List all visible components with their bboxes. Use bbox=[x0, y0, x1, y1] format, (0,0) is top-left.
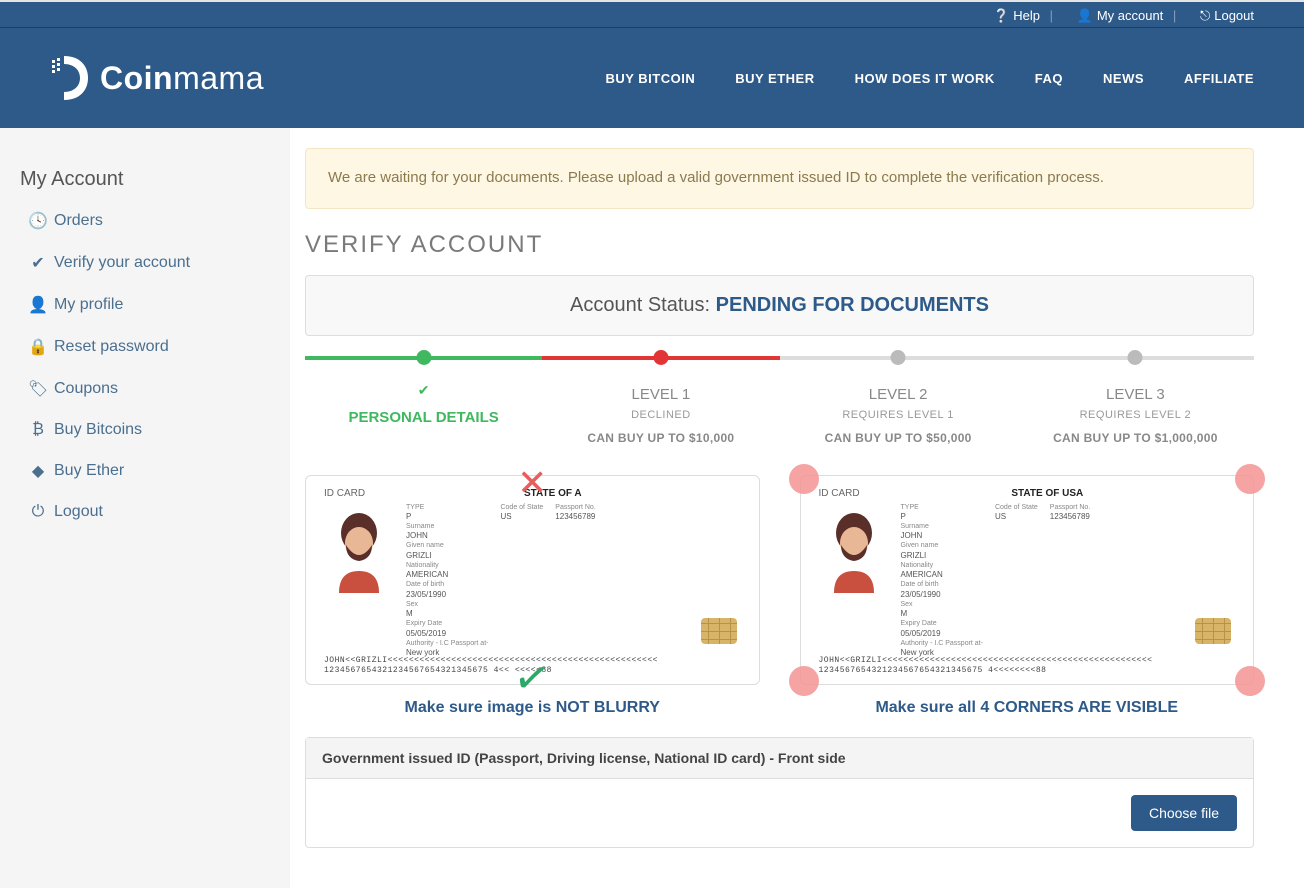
step-sub: REQUIRES LEVEL 2 bbox=[1017, 409, 1254, 421]
choose-file-button[interactable]: Choose file bbox=[1131, 795, 1237, 831]
step-sub: DECLINED bbox=[542, 409, 779, 421]
step-personal-details: ✔ PERSONAL DETAILS bbox=[305, 356, 542, 445]
sidebar-item-buy-bitcoins[interactable]: ₿ Buy Bitcoins bbox=[30, 421, 290, 439]
step-dot bbox=[1128, 350, 1143, 365]
chip-icon bbox=[701, 618, 737, 644]
ethereum-icon: ◆ bbox=[30, 461, 46, 481]
mrz: JOHN<<GRIZLI<<<<<<<<<<<<<<<<<<<<<<<<<<<<… bbox=[324, 656, 741, 675]
topbar: ❔Help | 👤My account | ⎋Logout bbox=[0, 0, 1304, 28]
example-not-blurry: ✕ ID CARDSTATE OF A TYPEP SurnameJOHN Gi… bbox=[305, 475, 760, 717]
step-label: LEVEL 2 bbox=[780, 386, 1017, 403]
separator: | bbox=[1173, 8, 1176, 23]
logo[interactable]: Coinmama bbox=[50, 54, 264, 102]
nav-affiliate[interactable]: AFFILIATE bbox=[1184, 71, 1254, 86]
status-value: PENDING FOR DOCUMENTS bbox=[716, 294, 989, 316]
check-icon: ✔ bbox=[30, 253, 46, 273]
corner-dot-icon bbox=[789, 666, 819, 696]
upload-header: Government issued ID (Passport, Driving … bbox=[306, 738, 1253, 779]
step-label: LEVEL 1 bbox=[542, 386, 779, 403]
id-card-blurry: ✕ ID CARDSTATE OF A TYPEP SurnameJOHN Gi… bbox=[305, 475, 760, 685]
nav-links: BUY BITCOIN BUY ETHER HOW DOES IT WORK F… bbox=[605, 71, 1254, 86]
upload-box: Government issued ID (Passport, Driving … bbox=[305, 737, 1254, 848]
id-card-state: STATE OF USA bbox=[1011, 488, 1083, 499]
sidebar-item-label: Logout bbox=[54, 503, 103, 521]
corner-dot-icon bbox=[789, 464, 819, 494]
sidebar-item-coupons[interactable]: 🏷 Coupons bbox=[30, 379, 290, 399]
tag-icon: 🏷 bbox=[30, 379, 46, 399]
id-card-state: STATE OF A bbox=[524, 488, 582, 499]
step-level-3: LEVEL 3 REQUIRES LEVEL 2 CAN BUY UP TO $… bbox=[1017, 356, 1254, 445]
nav-buy-ether[interactable]: BUY ETHER bbox=[735, 71, 814, 86]
corner-dot-icon bbox=[1235, 666, 1265, 696]
sidebar-item-reset-password[interactable]: 🔒 Reset password bbox=[30, 337, 290, 357]
sidebar-item-label: Buy Ether bbox=[54, 462, 124, 480]
sidebar-item-label: Verify your account bbox=[54, 254, 190, 272]
nav-how-it-works[interactable]: HOW DOES IT WORK bbox=[855, 71, 995, 86]
page-title: VERIFY ACCOUNT bbox=[305, 231, 1254, 259]
separator: | bbox=[1050, 8, 1053, 23]
step-level-2: LEVEL 2 REQUIRES LEVEL 1 CAN BUY UP TO $… bbox=[780, 356, 1017, 445]
sidebar-item-buy-ether[interactable]: ◆ Buy Ether bbox=[30, 461, 290, 481]
alert-banner: We are waiting for your documents. Pleas… bbox=[305, 148, 1254, 209]
nav-news[interactable]: NEWS bbox=[1103, 71, 1144, 86]
power-icon: ⏻ bbox=[30, 503, 46, 521]
navbar: Coinmama BUY BITCOIN BUY ETHER HOW DOES … bbox=[0, 28, 1304, 128]
corner-dot-icon bbox=[1235, 464, 1265, 494]
id-card-label: ID CARD bbox=[819, 488, 860, 499]
step-limit: CAN BUY UP TO $10,000 bbox=[542, 431, 779, 445]
logout-link[interactable]: ⎋Logout bbox=[1200, 2, 1254, 30]
clock-icon: 🕓 bbox=[30, 211, 46, 231]
chip-icon bbox=[1195, 618, 1231, 644]
example-corners-visible: ID CARDSTATE OF USA TYPEP SurnameJOHN Gi… bbox=[800, 475, 1255, 717]
id-photo bbox=[819, 503, 889, 593]
sidebar-item-label: My profile bbox=[54, 296, 123, 314]
sidebar-item-label: Orders bbox=[54, 212, 103, 230]
step-label: LEVEL 3 bbox=[1017, 386, 1254, 403]
sidebar-item-label: Reset password bbox=[54, 338, 169, 356]
sidebar-item-orders[interactable]: 🕓 Orders bbox=[30, 211, 290, 231]
user-icon: 👤 bbox=[30, 295, 46, 315]
example-caption: Make sure all 4 CORNERS ARE VISIBLE bbox=[800, 699, 1255, 717]
help-label: Help bbox=[1013, 2, 1040, 30]
sidebar-item-logout[interactable]: ⏻ Logout bbox=[30, 503, 290, 521]
step-label: PERSONAL DETAILS bbox=[305, 409, 542, 426]
sidebar-item-profile[interactable]: 👤 My profile bbox=[30, 295, 290, 315]
sidebar-item-label: Buy Bitcoins bbox=[54, 421, 142, 439]
sidebar: My Account 🕓Orders ✔Verify your account … bbox=[0, 128, 290, 888]
logout-icon: ⎋ bbox=[1200, 2, 1210, 30]
step-sub: REQUIRES LEVEL 1 bbox=[780, 409, 1017, 421]
id-card-corners: ID CARDSTATE OF USA TYPEP SurnameJOHN Gi… bbox=[800, 475, 1255, 685]
step-dot bbox=[891, 350, 906, 365]
lock-icon: 🔒 bbox=[30, 337, 46, 357]
step-limit: CAN BUY UP TO $50,000 bbox=[780, 431, 1017, 445]
bitcoin-icon: ₿ bbox=[30, 421, 46, 439]
step-dot bbox=[416, 350, 431, 365]
step-level-1: LEVEL 1 DECLINED CAN BUY UP TO $10,000 bbox=[542, 356, 779, 445]
mrz: JOHN<<GRIZLI<<<<<<<<<<<<<<<<<<<<<<<<<<<<… bbox=[819, 656, 1236, 675]
sidebar-item-label: Coupons bbox=[54, 380, 118, 398]
logo-text: Coinmama bbox=[100, 60, 264, 97]
example-caption: Make sure image is NOT BLURRY bbox=[305, 699, 760, 717]
logout-label: Logout bbox=[1214, 2, 1254, 30]
main-content: We are waiting for your documents. Pleas… bbox=[290, 128, 1304, 888]
nav-buy-bitcoin[interactable]: BUY BITCOIN bbox=[605, 71, 695, 86]
progress-steps: ✔ PERSONAL DETAILS LEVEL 1 DECLINED CAN … bbox=[305, 356, 1254, 445]
nav-faq[interactable]: FAQ bbox=[1035, 71, 1063, 86]
step-dot bbox=[653, 350, 668, 365]
step-limit: CAN BUY UP TO $1,000,000 bbox=[1017, 431, 1254, 445]
check-icon: ✔ bbox=[305, 382, 542, 399]
user-icon: 👤 bbox=[1077, 2, 1093, 30]
my-account-link[interactable]: 👤My account bbox=[1077, 2, 1164, 30]
my-account-label: My account bbox=[1097, 2, 1163, 30]
id-card-label: ID CARD bbox=[324, 488, 365, 499]
logo-icon bbox=[50, 54, 90, 102]
id-examples: ✕ ID CARDSTATE OF A TYPEP SurnameJOHN Gi… bbox=[305, 475, 1254, 717]
sidebar-item-verify[interactable]: ✔ Verify your account bbox=[30, 253, 290, 273]
account-status-box: Account Status: PENDING FOR DOCUMENTS bbox=[305, 275, 1254, 336]
status-label: Account Status: bbox=[570, 294, 716, 316]
id-photo bbox=[324, 503, 394, 593]
help-icon: ❔ bbox=[993, 2, 1009, 30]
help-link[interactable]: ❔Help bbox=[993, 2, 1040, 30]
sidebar-heading: My Account bbox=[20, 168, 290, 191]
